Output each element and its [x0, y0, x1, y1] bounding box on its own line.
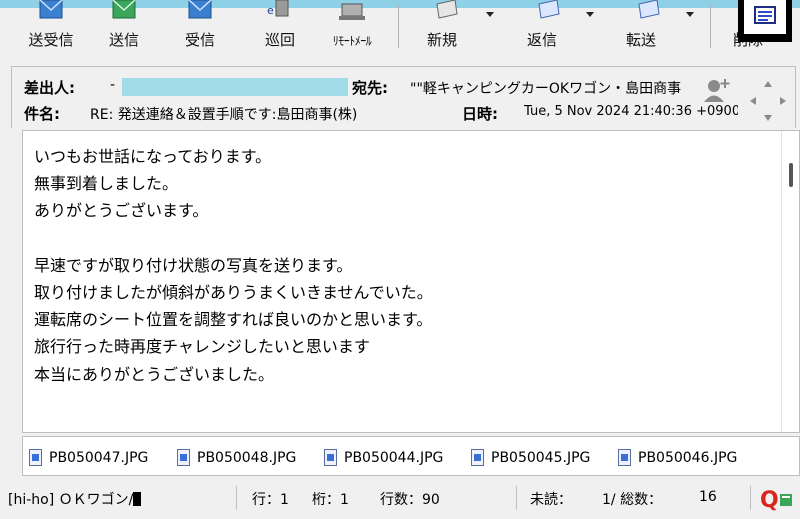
navigation-arrows-icon[interactable] [748, 79, 788, 123]
to-value[interactable]: ""軽キャンピングカーOKワゴン・島田商事 [410, 78, 706, 98]
from-prefix: - [110, 77, 116, 93]
body-line: 旅行行った時再度チャレンジしたいと思います [34, 337, 370, 357]
image-file-icon [324, 449, 337, 466]
envelope-receive-icon [188, 0, 212, 19]
attachment-name: PB050046.JPG [638, 450, 738, 466]
forward-label: 転送 [625, 31, 656, 49]
status-separator [516, 486, 517, 510]
body-line: 早速ですが取り付け状態の写真を送ります。 [34, 255, 353, 275]
attachment-bar: PB050047.JPG PB050048.JPG PB050044.JPG P… [22, 436, 800, 476]
from-value-redacted [122, 78, 348, 96]
toolbar: 送受信 送信 受信 e 巡回 ﾘﾓｰﾄﾒｰﾙ 新規 返信 転送 [0, 0, 800, 60]
svg-text:e: e [267, 4, 274, 17]
status-total: 16 [699, 489, 717, 505]
body-line [34, 225, 433, 252]
new-message-icon [436, 0, 458, 19]
attachment-name: PB050045.JPG [491, 450, 591, 466]
status-line-count: 行数：90 [380, 492, 440, 508]
image-file-icon [29, 449, 42, 466]
date-label: 日時: [462, 105, 498, 123]
status-bar: [hi-ho] ＯＫワゴン/ 行：1 桁：1 行数：90 未読： 1/ 総数： … [0, 480, 800, 519]
attachment-name: PB050044.JPG [344, 450, 444, 466]
toolbar-separator [710, 6, 711, 48]
body-line: 取り付けましたが傾斜がありうまくいきませんでいた。 [34, 282, 433, 302]
body-line: 本当にありがとうございました。 [34, 364, 275, 384]
status-folder: [hi-ho] ＯＫワゴン/ [8, 489, 142, 509]
add-contact-icon[interactable] [702, 77, 732, 103]
forward-icon [638, 0, 660, 19]
envelope-blue-icon [39, 0, 63, 19]
new-dropdown-icon[interactable] [486, 12, 494, 17]
cursor-block [133, 492, 142, 506]
toolbar-separator [398, 6, 399, 48]
from-label: 差出人: [24, 79, 75, 97]
status-line: 行：1 [252, 492, 289, 508]
body-line: 運転席のシート位置を調整すれば良いのかと思います。 [34, 310, 433, 330]
status-column: 桁：1 [312, 492, 349, 508]
body-line: 無事到着しました。 [34, 174, 179, 194]
attachment-item[interactable]: PB050045.JPG [471, 448, 617, 468]
reply-icon [538, 0, 560, 19]
send-button[interactable]: 送信 [96, 0, 152, 56]
attachment-item[interactable]: PB050047.JPG [29, 448, 175, 468]
to-label: 宛先: [352, 79, 388, 97]
message-body-text: いつもお世話になっております。 無事到着しました。 ありがとうございます。 早速… [34, 143, 433, 388]
envelope-green-icon [112, 0, 136, 19]
remote-mail-icon [339, 3, 365, 20]
status-separator [750, 486, 751, 510]
patrol-button[interactable]: e 巡回 [252, 0, 308, 56]
attachment-name: PB050047.JPG [49, 450, 149, 466]
status-ratio: 1/ 総数： [602, 492, 663, 508]
status-separator [236, 486, 237, 510]
vertical-scrollbar[interactable] [781, 131, 799, 432]
q-status-icon[interactable]: Q [760, 486, 796, 512]
forward-dropdown-icon[interactable] [686, 12, 694, 17]
date-value: Tue, 5 Nov 2024 21:40:36 +0900 [524, 104, 738, 119]
reply-label: 返信 [526, 31, 557, 49]
body-line: いつもお世話になっております。 [34, 147, 272, 166]
message-header: 差出人: - 宛先: ""軽キャンピングカーOKワゴン・島田商事 件名: RE:… [11, 66, 796, 128]
patrol-icon: e [267, 0, 289, 17]
send-label: 送信 [108, 31, 139, 49]
subject-value: RE: 発送連絡＆設置手順です:島田商事(株) [90, 107, 358, 123]
status-folder-text: [hi-ho] ＯＫワゴン/ [8, 492, 134, 508]
receive-label: 受信 [184, 31, 215, 49]
send-receive-button[interactable]: 送受信 [20, 0, 82, 56]
attachment-item[interactable]: PB050044.JPG [324, 448, 470, 468]
document-icon [754, 6, 776, 24]
status-unread: 未読： [530, 492, 572, 508]
receive-button[interactable]: 受信 [172, 0, 228, 56]
scroll-thumb[interactable] [789, 163, 793, 187]
image-file-icon [471, 449, 484, 466]
new-label: 新規 [426, 31, 457, 49]
reply-dropdown-icon[interactable] [586, 12, 594, 17]
remote-mail-label: ﾘﾓｰﾄﾒｰﾙ [332, 34, 372, 48]
message-body[interactable]: いつもお世話になっております。 無事到着しました。 ありがとうございます。 早速… [22, 130, 800, 433]
svg-text:Q: Q [760, 488, 779, 512]
forward-button[interactable]: 転送 [604, 0, 700, 56]
patrol-label: 巡回 [264, 31, 295, 49]
attachment-item[interactable]: PB050048.JPG [177, 448, 323, 468]
image-file-icon [618, 449, 631, 466]
send-receive-label: 送受信 [28, 31, 74, 49]
attachment-item[interactable]: PB050046.JPG [618, 448, 764, 468]
reply-button[interactable]: 返信 [500, 0, 600, 56]
new-button[interactable]: 新規 [412, 0, 494, 56]
image-file-icon [177, 449, 190, 466]
remote-mail-button[interactable]: ﾘﾓｰﾄﾒｰﾙ [316, 0, 388, 56]
attachment-name: PB050048.JPG [197, 450, 297, 466]
body-line: ありがとうございます。 [34, 201, 209, 221]
notification-window-thumbnail[interactable] [738, 0, 792, 42]
subject-label: 件名: [24, 105, 60, 123]
